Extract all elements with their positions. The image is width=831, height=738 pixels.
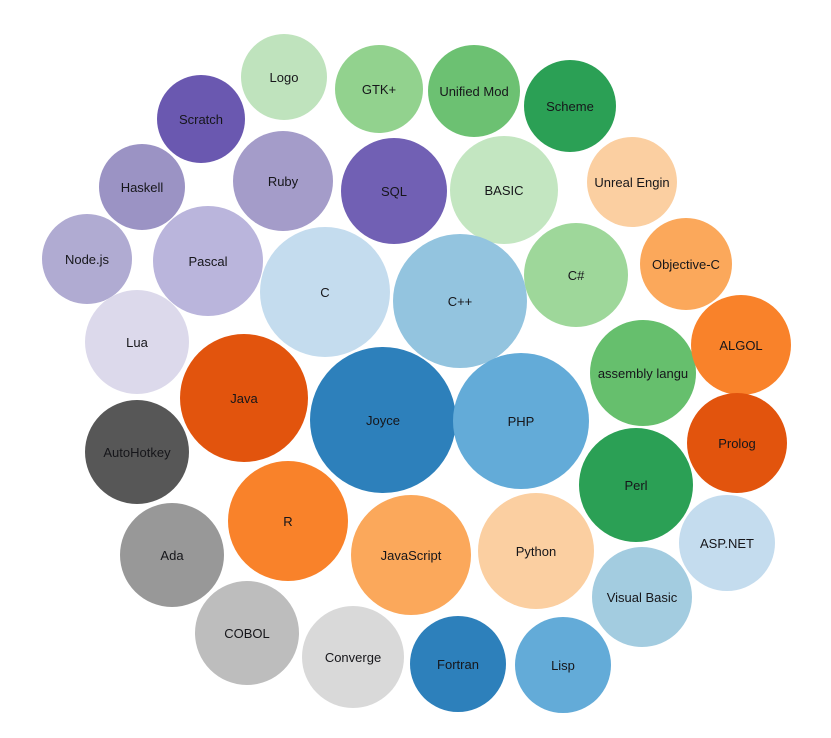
bubble-gtk[interactable]: GTK+ [335,45,423,133]
bubble-perl[interactable]: Perl [579,428,693,542]
bubble-php[interactable]: PHP [453,353,589,489]
bubble-label: Joyce [366,412,400,428]
bubble-label: C++ [447,293,473,309]
bubble-ruby[interactable]: Ruby [233,131,333,231]
bubble-prolog[interactable]: Prolog [687,393,787,493]
bubble-label: Ada [160,547,184,563]
bubble-label: R [283,513,293,529]
bubble-c[interactable]: C++ [393,234,527,368]
bubble-label: Ruby [267,173,299,189]
bubble-c[interactable]: C [260,227,390,357]
bubble-label: AutoHotkey [103,444,171,460]
bubble-label: Lisp [551,657,575,673]
bubble-label: Converge [324,649,382,665]
bubble-lisp[interactable]: Lisp [515,617,611,713]
bubble-scratch[interactable]: Scratch [157,75,245,163]
bubble-python[interactable]: Python [478,493,594,609]
bubble-label: Prolog [718,435,756,451]
bubble-fortran[interactable]: Fortran [410,616,506,712]
bubble-unified-mod[interactable]: Unified Mod [428,45,520,137]
bubble-label: Lua [126,334,148,350]
bubble-haskell[interactable]: Haskell [99,144,185,230]
bubble-label: Unreal Engin [594,174,670,190]
bubble-visual-basic[interactable]: Visual Basic [592,547,692,647]
bubble-label: BASIC [484,182,524,198]
bubble-label: C# [567,267,585,283]
bubble-label: Fortran [437,656,479,672]
bubble-label: COBOL [224,625,270,641]
bubble-label: Scheme [546,98,594,114]
bubble-c[interactable]: C# [524,223,628,327]
bubble-sql[interactable]: SQL [341,138,447,244]
bubble-cobol[interactable]: COBOL [195,581,299,685]
bubble-label: ASP.NET [700,535,754,551]
bubble-label: Java [230,390,258,406]
bubble-chart: Logo GTK+ Unified Mod Scheme Scratch Haskell R… [0,0,831,738]
bubble-asp-net[interactable]: ASP.NET [679,495,775,591]
bubble-pascal[interactable]: Pascal [153,206,263,316]
bubble-label: Node.js [64,251,110,267]
bubble-label: C [320,284,330,300]
bubble-label: Scratch [178,111,224,127]
bubble-label: Logo [269,69,299,85]
bubble-label: Python [515,543,557,559]
bubble-logo[interactable]: Logo [241,34,327,120]
bubble-joyce[interactable]: Joyce [310,347,456,493]
bubble-lua[interactable]: Lua [85,290,189,394]
bubble-javascript[interactable]: JavaScript [351,495,471,615]
bubble-label: Pascal [188,253,228,269]
bubble-ada[interactable]: Ada [120,503,224,607]
bubble-label: SQL [380,183,407,199]
bubble-label: Objective-C [652,256,720,272]
bubble-label: GTK+ [361,81,397,97]
bubble-basic[interactable]: BASIC [450,136,558,244]
bubble-r[interactable]: R [228,461,348,581]
bubble-label: assembly langu [597,365,689,381]
bubble-converge[interactable]: Converge [302,606,404,708]
bubble-algol[interactable]: ALGOL [691,295,791,395]
bubble-label: JavaScript [380,547,442,563]
bubble-java[interactable]: Java [180,334,308,462]
bubble-label: Haskell [120,179,164,195]
bubble-assembly-langu[interactable]: assembly langu [590,320,696,426]
bubble-label: Perl [624,477,648,493]
bubble-node-js[interactable]: Node.js [42,214,132,304]
bubble-objective-c[interactable]: Objective-C [640,218,732,310]
bubble-autohotkey[interactable]: AutoHotkey [85,400,189,504]
bubble-label: PHP [507,413,535,429]
bubble-scheme[interactable]: Scheme [524,60,616,152]
bubble-label: ALGOL [719,337,763,353]
bubble-label: Visual Basic [606,589,678,605]
bubble-label: Unified Mod [439,83,509,99]
bubble-unreal-engin[interactable]: Unreal Engin [587,137,677,227]
